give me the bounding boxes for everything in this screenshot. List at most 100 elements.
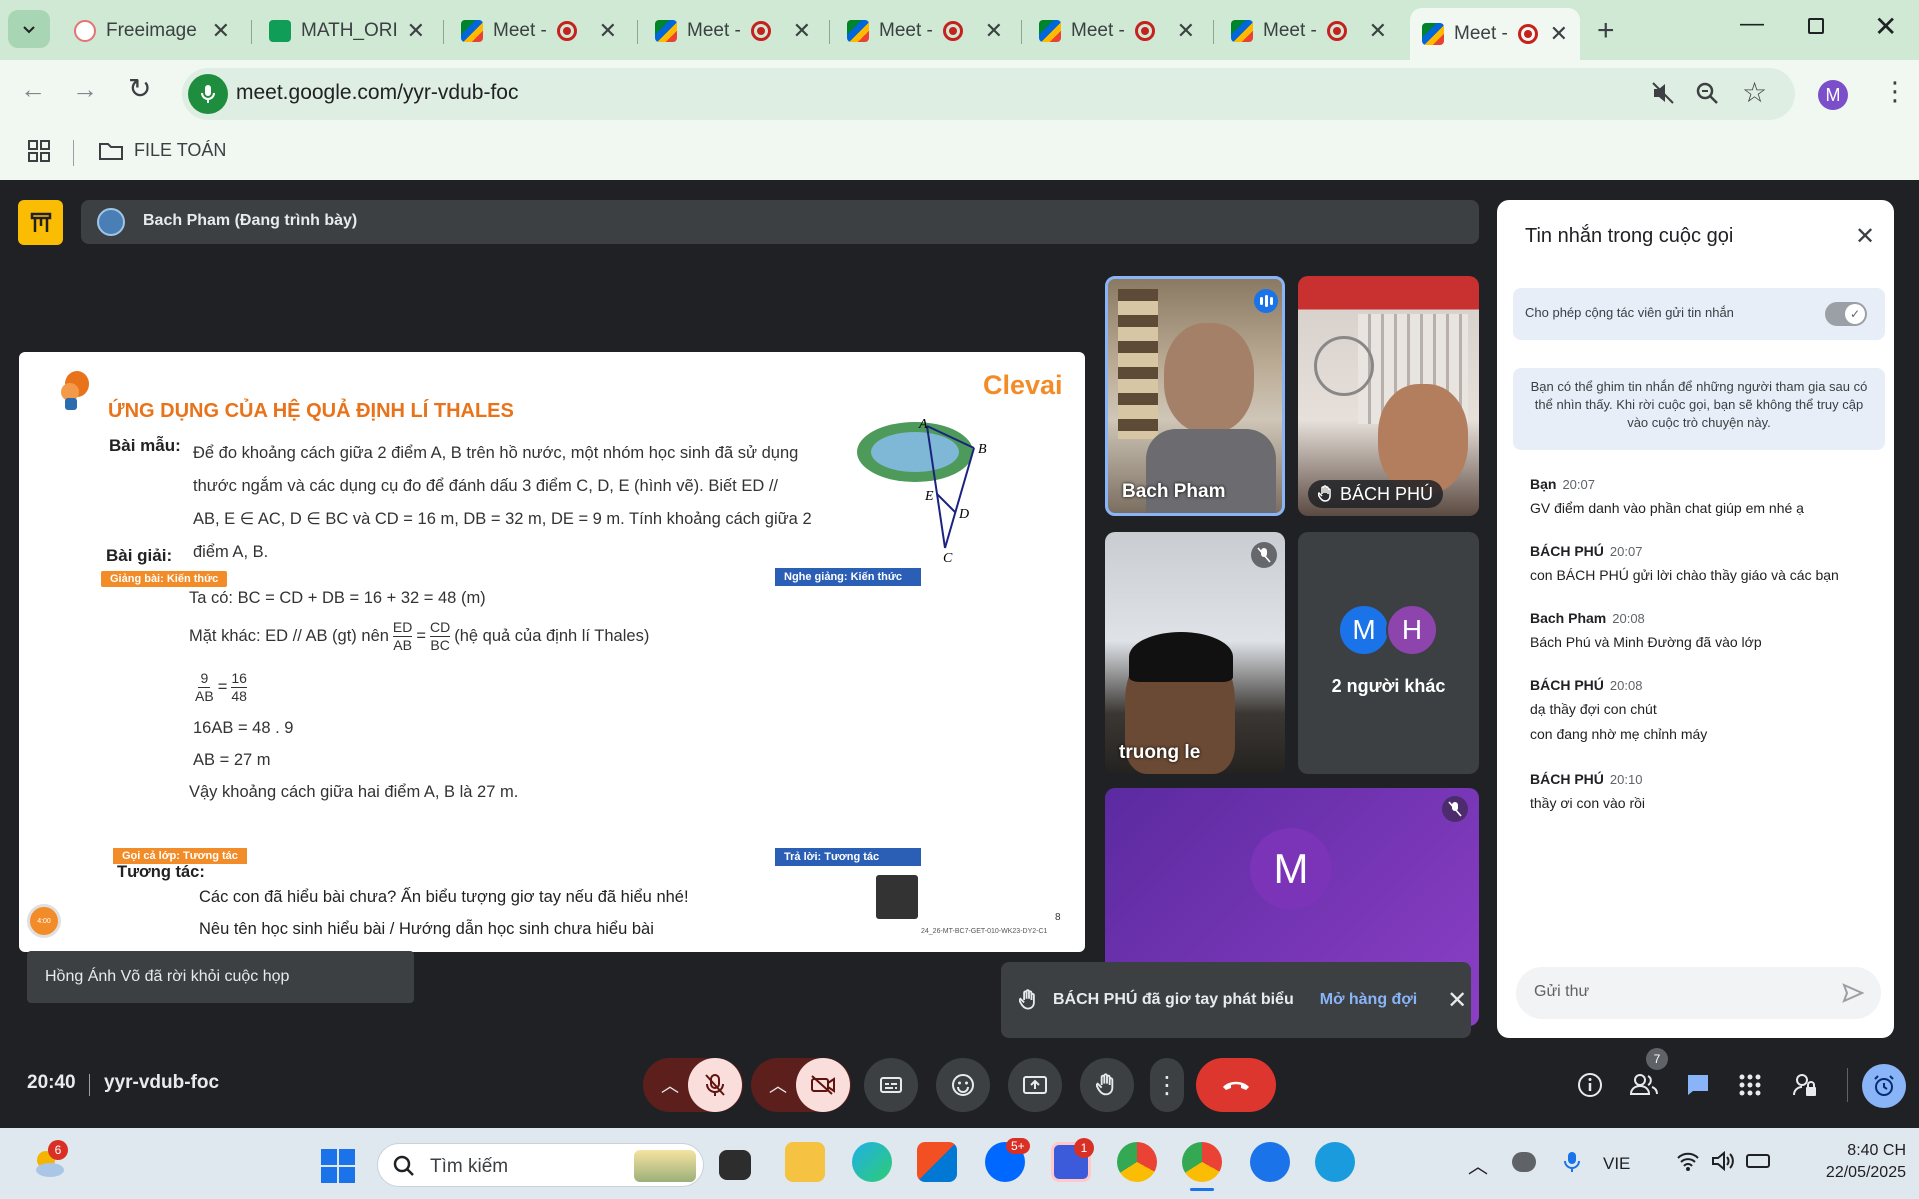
browser-tab[interactable]: Meet - ✕ bbox=[1027, 10, 1207, 52]
network-status-icon[interactable] bbox=[1512, 1152, 1536, 1172]
host-controls-button[interactable] bbox=[1792, 1072, 1818, 1103]
tray-overflow-icon[interactable]: ︿ bbox=[1468, 1150, 1488, 1179]
browser-menu-icon[interactable]: ⋮ bbox=[1882, 78, 1908, 104]
browser-tab[interactable]: Freeimage ✕ bbox=[62, 10, 242, 52]
fraction: CD BC bbox=[430, 619, 451, 654]
example-line: Để đo khoảng cách giữa 2 điểm A, B trên … bbox=[193, 444, 799, 462]
chrome-profile-m-icon[interactable] bbox=[1182, 1142, 1222, 1182]
people-button[interactable] bbox=[1629, 1072, 1659, 1103]
timer-button[interactable] bbox=[1862, 1064, 1906, 1108]
allow-messages-toggle[interactable]: ✓ bbox=[1825, 302, 1867, 326]
more-options-button[interactable]: ⋮ bbox=[1150, 1058, 1184, 1112]
start-button[interactable] bbox=[320, 1148, 356, 1184]
chat-app-icon[interactable] bbox=[1315, 1142, 1355, 1182]
close-tab-icon[interactable]: ✕ bbox=[1369, 18, 1387, 44]
browser-tab[interactable]: MATH_ORI ✕ bbox=[257, 10, 437, 52]
send-icon[interactable] bbox=[1842, 982, 1864, 1004]
edge-icon[interactable] bbox=[852, 1142, 892, 1182]
meeting-details-button[interactable] bbox=[1577, 1072, 1603, 1103]
bookmark-folder-label: FILE TOÁN bbox=[134, 140, 227, 160]
app-badge-count: 1 bbox=[1080, 1141, 1088, 1155]
tab-label: Meet - bbox=[687, 20, 741, 41]
captions-button[interactable] bbox=[864, 1058, 918, 1112]
new-tab-button[interactable]: + bbox=[1597, 14, 1615, 48]
controls-divider bbox=[1847, 1068, 1848, 1102]
profile-avatar[interactable]: M bbox=[1818, 80, 1848, 110]
wifi-icon[interactable] bbox=[1676, 1150, 1700, 1177]
present-button[interactable] bbox=[1008, 1058, 1062, 1112]
interaction-label: Tương tác: bbox=[117, 863, 205, 881]
close-tab-icon[interactable]: ✕ bbox=[599, 18, 617, 44]
apps-grid-icon[interactable] bbox=[28, 140, 50, 167]
chat-input[interactable]: Gửi thư bbox=[1516, 967, 1881, 1019]
zoom-icon[interactable] bbox=[1694, 80, 1720, 111]
clock[interactable]: 8:40 CH 22/05/2025 bbox=[1798, 1140, 1906, 1184]
forward-button[interactable]: → bbox=[72, 74, 98, 105]
tab-label: Freeimage bbox=[106, 20, 197, 41]
language-indicator[interactable]: VIE bbox=[1603, 1154, 1630, 1174]
minimize-button[interactable]: — bbox=[1740, 10, 1764, 38]
browser-tab[interactable]: Meet - ✕ bbox=[1410, 8, 1580, 60]
url-text[interactable]: meet.google.com/yyr-vdub-foc bbox=[236, 81, 518, 105]
battery-icon[interactable] bbox=[1746, 1154, 1770, 1168]
browser-tab[interactable]: Meet - ✕ bbox=[1219, 10, 1399, 52]
reactions-button[interactable] bbox=[936, 1058, 990, 1112]
back-button[interactable]: ← bbox=[20, 74, 46, 105]
leave-call-button[interactable] bbox=[1196, 1058, 1276, 1112]
close-chat-icon[interactable]: ✕ bbox=[1855, 222, 1875, 251]
interaction-line: Các con đã hiểu bài chưa? Ấn biểu tượng … bbox=[199, 888, 689, 906]
solution-line-2: Mặt khác: ED // AB (gt) nên ED AB = CD BC … bbox=[189, 619, 649, 654]
mute-tab-icon[interactable] bbox=[1650, 80, 1676, 111]
chat-button[interactable] bbox=[1685, 1072, 1711, 1103]
bookmark-star-icon[interactable]: ☆ bbox=[1742, 76, 1767, 109]
browser-tab[interactable]: Meet - ✕ bbox=[835, 10, 1015, 52]
close-toast-icon[interactable]: ✕ bbox=[1447, 986, 1467, 1015]
address-bar[interactable]: meet.google.com/yyr-vdub-foc ☆ bbox=[182, 68, 1795, 120]
hand-raised-icon bbox=[1019, 989, 1035, 1010]
bookmark-folder[interactable]: FILE TOÁN bbox=[98, 140, 226, 161]
participant-tile-bach-phu[interactable]: BÁCH PHÚ bbox=[1298, 276, 1479, 516]
task-view-icon[interactable] bbox=[719, 1150, 751, 1180]
hand-raised-icon bbox=[1318, 485, 1331, 502]
search-icon bbox=[393, 1155, 414, 1176]
windows-logo-icon bbox=[321, 1149, 355, 1183]
browser-tab[interactable]: Meet - ✕ bbox=[449, 10, 629, 52]
layout-button[interactable] bbox=[18, 200, 63, 245]
participant-tile-truong-le[interactable]: truong le bbox=[1105, 532, 1285, 774]
browser-tab[interactable]: Meet - ✕ bbox=[643, 10, 823, 52]
close-tab-icon[interactable]: ✕ bbox=[985, 18, 1003, 44]
activities-button[interactable] bbox=[1739, 1074, 1761, 1101]
restore-button[interactable] bbox=[1808, 18, 1824, 34]
close-tab-icon[interactable]: ✕ bbox=[212, 18, 230, 44]
tab-search-button[interactable] bbox=[8, 10, 50, 48]
volume-icon[interactable] bbox=[1710, 1150, 1736, 1177]
close-tab-icon[interactable]: ✕ bbox=[1177, 18, 1195, 44]
open-queue-link[interactable]: Mở hàng đợi bbox=[1320, 991, 1417, 1009]
store-icon[interactable] bbox=[917, 1142, 957, 1182]
tab-label: MATH_ORI bbox=[301, 20, 397, 41]
example-text: Để đo khoảng cách giữa 2 điểm A, B trên … bbox=[193, 437, 843, 569]
file-explorer-icon[interactable] bbox=[785, 1142, 825, 1182]
folder-icon bbox=[99, 142, 123, 160]
tab-label: Meet - bbox=[1263, 20, 1317, 41]
microphone-tray-icon[interactable] bbox=[1563, 1150, 1581, 1179]
speaking-indicator-icon bbox=[1254, 289, 1278, 313]
raise-hand-button[interactable] bbox=[1080, 1058, 1134, 1112]
info-icon bbox=[1578, 1073, 1602, 1097]
close-tab-icon[interactable]: ✕ bbox=[793, 18, 811, 44]
reload-button[interactable]: ↻ bbox=[128, 72, 151, 105]
taskbar-search[interactable]: Tìm kiếm bbox=[377, 1143, 704, 1187]
bookmark-divider bbox=[73, 140, 74, 166]
camera-toggle-button[interactable] bbox=[796, 1058, 850, 1112]
participant-tile-bach-pham[interactable]: Bach Pham bbox=[1105, 276, 1285, 516]
mic-toggle-button[interactable] bbox=[688, 1058, 742, 1112]
close-tab-icon[interactable]: ✕ bbox=[407, 18, 425, 44]
timer-badge: 4:00 bbox=[27, 904, 61, 938]
speed-app-icon[interactable] bbox=[1250, 1142, 1290, 1182]
participant-tile-others[interactable]: M H 2 người khác bbox=[1298, 532, 1479, 774]
mic-site-icon[interactable] bbox=[188, 74, 228, 114]
chrome-profile-b-icon[interactable] bbox=[1117, 1142, 1157, 1182]
close-tab-icon[interactable]: ✕ bbox=[1550, 21, 1568, 47]
close-window-button[interactable]: ✕ bbox=[1874, 10, 1897, 43]
fraction-denominator: 48 bbox=[231, 688, 247, 704]
